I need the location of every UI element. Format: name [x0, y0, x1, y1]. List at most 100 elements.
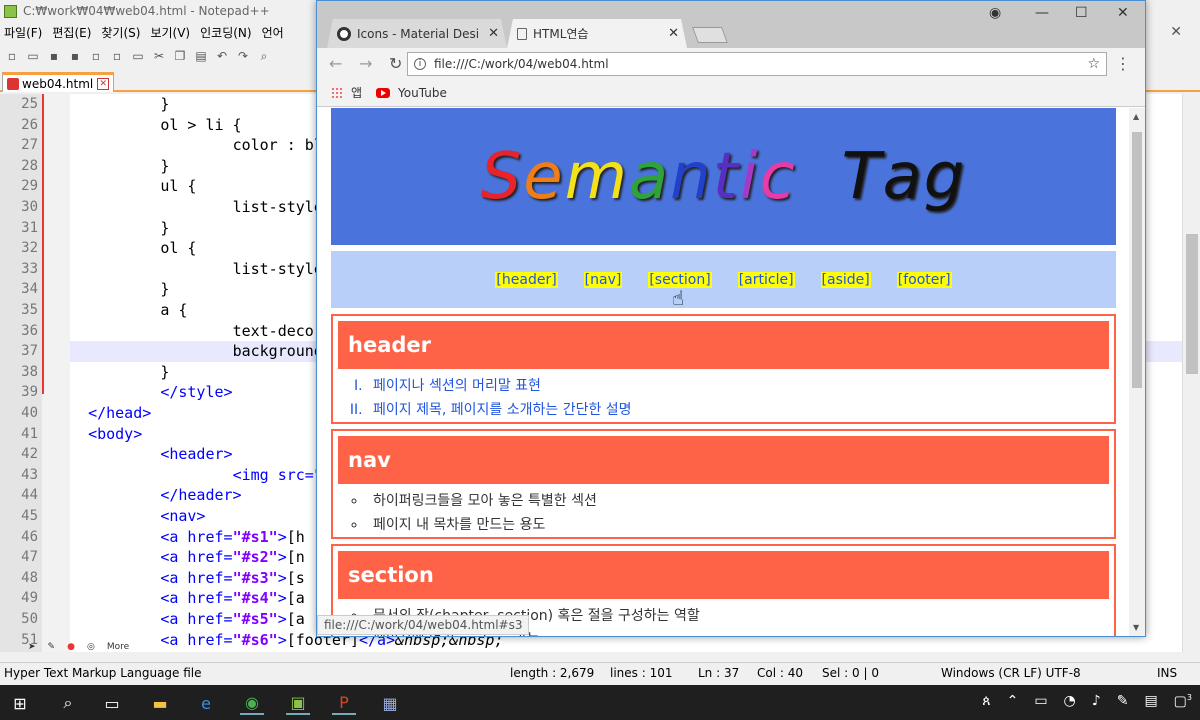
find-icon[interactable]: ⌕ — [256, 48, 272, 64]
editor-scrollbar[interactable] — [1182, 94, 1200, 652]
code-token: ol > li { — [160, 115, 242, 134]
line-number: 30 — [21, 199, 38, 215]
task-view-icon[interactable]: ▭ — [100, 691, 124, 715]
menu-file[interactable]: 파일(F) — [4, 24, 42, 41]
scroll-down-icon[interactable]: ▼ — [1133, 623, 1139, 632]
chrome-menu-icon[interactable]: ⋮ — [1115, 54, 1131, 73]
line-number: 46 — [21, 528, 38, 545]
show-hidden-icon[interactable]: ⌃ — [1007, 693, 1019, 710]
code-token: > — [277, 589, 287, 608]
record-icon[interactable]: ● — [67, 642, 75, 652]
maximize-icon[interactable]: ☐ — [1075, 5, 1088, 21]
battery-icon[interactable]: ▭ — [1034, 693, 1047, 710]
reload-icon[interactable]: ↻ — [389, 54, 407, 73]
keyboard-icon[interactable]: ▤ — [1144, 693, 1157, 710]
paste-icon[interactable]: ▤ — [193, 48, 209, 64]
page-scrollbar[interactable]: ▲ ▼ — [1129, 108, 1145, 636]
line-number: 44 — [21, 487, 38, 504]
code-token: [a — [286, 589, 305, 608]
link-status-bubble: file:///C:/work/04/web04.html#s3 — [317, 615, 530, 635]
people-icon[interactable]: ጰ — [982, 693, 990, 710]
fold-margin[interactable] — [42, 94, 70, 652]
redo-icon[interactable]: ↷ — [235, 48, 251, 64]
editor-scrollbar-thumb[interactable] — [1186, 234, 1198, 374]
edge-icon[interactable]: e — [194, 691, 218, 715]
notepadpp-icon[interactable]: ▣ — [286, 691, 310, 715]
copy-icon[interactable]: ❐ — [172, 48, 188, 64]
npp-close-icon[interactable]: ✕ — [1170, 24, 1182, 40]
nav-link-aside[interactable]: [aside] — [820, 271, 871, 288]
webcam-icon[interactable]: ◎ — [87, 642, 95, 652]
info-icon[interactable]: i — [414, 58, 426, 70]
list-item: 페이지 제목, 페이지를 소개하는 간단한 설명 — [367, 398, 1114, 422]
menu-edit[interactable]: 편집(E) — [52, 24, 91, 41]
address-bar[interactable]: i file:///C:/work/04/web04.html ☆ — [407, 52, 1107, 76]
code-token: <a — [160, 548, 188, 567]
tab-close-icon[interactable]: ✕ — [668, 26, 679, 41]
back-icon[interactable]: ← — [329, 54, 347, 73]
undo-icon[interactable]: ↶ — [214, 48, 230, 64]
forward-icon[interactable]: → — [359, 54, 377, 73]
nav-link-footer[interactable]: [footer] — [896, 271, 952, 288]
window-close-icon[interactable]: ✕ — [1117, 5, 1129, 21]
open-file-icon[interactable]: ▭ — [25, 48, 41, 64]
banner-title-letter: e — [523, 139, 565, 214]
file-explorer-icon[interactable]: ▬ — [148, 691, 172, 715]
banner-title-letter: n — [670, 139, 713, 214]
code-token: href= — [187, 527, 233, 546]
list-item: 페이지나 섹션의 머리말 표현 — [367, 374, 1114, 398]
minimize-icon[interactable]: — — [1035, 5, 1049, 21]
close-file-icon[interactable]: ▫ — [88, 48, 104, 64]
bookmark-star-icon[interactable]: ☆ — [1087, 56, 1100, 72]
save-icon[interactable]: ▪ — [46, 48, 62, 64]
wifi-icon[interactable]: ◔ — [1064, 693, 1076, 710]
line-number-gutter: 25 26 27 28 29 30 31 32 33 34 35 36 37 38 39 40 41 42 43 44… — [0, 94, 42, 652]
status-eol-encoding: Windows (CR LF) UTF-8 — [941, 666, 1081, 680]
media-icon[interactable]: ▦ — [378, 691, 402, 715]
new-tab-button[interactable] — [692, 27, 728, 43]
macro-toolbar: ➤ ✎ ● ◎ More — [0, 634, 210, 660]
code-token: } — [160, 280, 170, 299]
windows-start-icon[interactable]: ⊞ — [8, 691, 32, 715]
print-icon[interactable]: ▭ — [130, 48, 146, 64]
cut-icon[interactable]: ✂ — [151, 48, 167, 64]
search-icon[interactable]: ⌕ — [56, 691, 80, 715]
save-all-icon[interactable]: ▪ — [67, 48, 83, 64]
new-file-icon[interactable]: ▫ — [4, 48, 20, 64]
menu-encoding[interactable]: 인코딩(N) — [200, 24, 251, 41]
page-scrollbar-thumb[interactable] — [1132, 132, 1142, 388]
volume-icon[interactable]: ♪ — [1092, 693, 1101, 710]
tab-close-icon[interactable]: ✕ — [488, 26, 499, 41]
notification-center-icon[interactable]: ▢3 — [1174, 693, 1192, 710]
powerpoint-icon[interactable]: P — [332, 691, 356, 715]
nav-link-nav[interactable]: [nav] — [583, 271, 623, 288]
code-token: } — [160, 218, 170, 237]
code-token: <a — [160, 589, 188, 608]
chrome-icon[interactable]: ◉ — [240, 691, 264, 715]
nav-link-article[interactable]: [article] — [737, 271, 795, 288]
close-all-icon[interactable]: ▫ — [109, 48, 125, 64]
scroll-up-icon[interactable]: ▲ — [1133, 112, 1139, 121]
file-tab-web04[interactable]: web04.html ✕ — [2, 72, 115, 92]
menu-search[interactable]: 찾기(S) — [101, 24, 140, 41]
nav-link-header[interactable]: [header] — [495, 271, 558, 288]
menu-language[interactable]: 언어 — [262, 24, 284, 41]
pen-workspace-icon[interactable]: ✎ — [1117, 693, 1129, 710]
profile-icon[interactable]: ◉ — [989, 5, 1001, 21]
tab-material-icons[interactable]: Icons - Material Desi ✕ — [327, 19, 507, 48]
menu-view[interactable]: 보기(V) — [150, 24, 190, 41]
line-number: 47 — [21, 549, 38, 566]
tab-html-practice[interactable]: HTML연습 ✕ — [507, 19, 687, 48]
bookmark-apps[interactable]: 앱 — [351, 84, 362, 101]
bookmark-youtube[interactable]: YouTube — [398, 86, 447, 100]
code-token: [a — [286, 610, 305, 628]
section-title: section — [338, 551, 1109, 599]
pen-icon[interactable]: ✎ — [48, 642, 56, 652]
banner-title-letter: S — [480, 139, 524, 214]
pointer-icon[interactable]: ➤ — [28, 642, 36, 652]
tab-close-icon[interactable]: ✕ — [97, 77, 110, 90]
more-button[interactable]: More — [107, 642, 129, 652]
